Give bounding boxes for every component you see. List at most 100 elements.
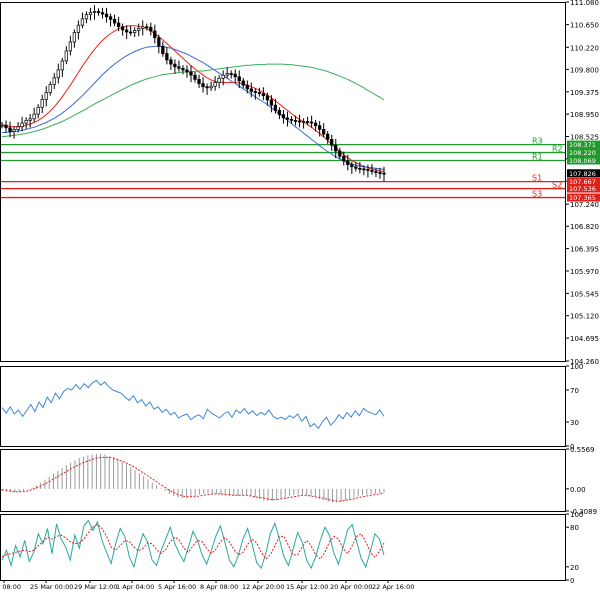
candle-body (36, 106, 40, 115)
candle-body (16, 126, 20, 130)
candle-body (326, 133, 330, 140)
level-name-r1: R1 (532, 152, 543, 161)
candle-body (261, 93, 266, 97)
time-axis-label: 25 Mar 00:00 (30, 583, 73, 591)
candle-body (201, 83, 205, 88)
level-price-label-s2: 107.536 (569, 185, 596, 193)
candle-body (44, 92, 48, 100)
chart-background (0, 0, 600, 593)
chart-stage: 111.080 110.650 110.220 109.800 109.375 108.9… (0, 0, 600, 593)
rsi-axis-tick-label: 100 (570, 363, 583, 371)
candle-body (104, 13, 109, 18)
stochastic-axis-tick-label: 100 (570, 511, 583, 519)
candle-body (48, 84, 52, 93)
candle-body (76, 24, 81, 33)
candle-body (297, 120, 302, 123)
candle-body (346, 160, 350, 166)
candle-body (366, 169, 370, 171)
stochastic-axis-tick-label: 20 (570, 564, 579, 572)
candle-body (4, 124, 8, 129)
candle-body (52, 77, 56, 85)
candle-body (237, 76, 241, 82)
candle-body (370, 170, 374, 172)
candle-body (281, 114, 286, 119)
candle-body (354, 166, 358, 169)
candle-body (257, 92, 261, 94)
price-axis-tick-label: 111.080 (570, 0, 599, 7)
candle-body (217, 77, 221, 83)
candle-body (20, 122, 24, 128)
candle-body (92, 11, 97, 13)
price-axis-tick-label: 109.375 (570, 89, 599, 97)
candle-body (8, 127, 12, 132)
candle-body (322, 129, 326, 135)
candle-body (362, 168, 366, 171)
level-name-s1: S1 (532, 174, 542, 183)
candle-body (72, 32, 77, 43)
candle-body (189, 71, 193, 76)
candle-body (205, 86, 209, 89)
candle-body (112, 19, 117, 24)
time-axis-label: 20 Apr 00:00 (330, 583, 372, 591)
candle-body (120, 26, 125, 31)
price-axis-tick-label: 110.220 (570, 44, 599, 52)
candle-body (80, 18, 85, 26)
price-axis-tick-label: 107.240 (570, 201, 599, 209)
candle-body (100, 12, 105, 15)
candle-body (185, 69, 189, 73)
candle-body (318, 125, 322, 130)
time-axis-label: 22 Apr 16:00 (372, 583, 414, 591)
price-axis-tick-label: 106.820 (570, 223, 599, 231)
candle-body (245, 84, 249, 90)
candle-body (56, 69, 60, 79)
price-axis-tick-label: 110.650 (570, 22, 599, 30)
candle-body (285, 117, 290, 120)
level-price-label-r3: 108.371 (569, 141, 596, 149)
candle-body (233, 73, 237, 78)
candle-body (88, 12, 93, 15)
candle-body (116, 22, 121, 28)
candle-body (382, 172, 386, 175)
time-axis-label: 5 Apr 16:00 (158, 583, 196, 591)
candle-body (309, 121, 314, 124)
candle-body (225, 73, 229, 76)
candle-body (64, 50, 68, 62)
level-name-s3: S3 (532, 190, 542, 199)
candle-body (213, 82, 217, 87)
candle-body (133, 30, 137, 33)
candle-body (378, 172, 382, 174)
candle-body (265, 95, 270, 101)
level-price-label-s3: 107.365 (569, 194, 596, 202)
last-price-label: 107.826 (569, 170, 596, 178)
stochastic-axis-tick-label: 0 (570, 577, 574, 585)
candle-body (12, 129, 16, 132)
rsi-axis-tick-label: 70 (570, 387, 579, 395)
candle-body (173, 63, 177, 68)
candle-body (334, 144, 338, 152)
level-name-s2: S2 (552, 181, 562, 190)
price-axis-tick-label: 106.395 (570, 246, 599, 254)
candle-body (0, 124, 4, 127)
candle-body (209, 85, 213, 89)
level-name-r2: R2 (552, 145, 563, 154)
candle-body (108, 16, 113, 20)
time-axis-label: 29 Mar 12:00 (74, 583, 117, 591)
candle-body (137, 27, 141, 31)
candle-body (305, 121, 310, 123)
price-axis-tick-label: 108.950 (570, 111, 599, 119)
time-axis-label: Mar 08:00 (0, 583, 21, 591)
price-axis-tick-label: 104.695 (570, 335, 599, 343)
time-axis-label: 15 Apr 12:00 (286, 583, 328, 591)
price-axis-tick-label: 105.970 (570, 268, 599, 276)
candle-body (169, 59, 173, 65)
candle-body (181, 67, 185, 71)
level-price-label-r1: 108.069 (569, 157, 596, 165)
candle-body (342, 155, 346, 162)
price-axis-tick-label: 105.120 (570, 313, 599, 321)
candle-body (193, 74, 197, 80)
candle-body (153, 30, 157, 39)
candle-body (125, 29, 129, 33)
candle-body (313, 122, 318, 127)
candle-body (161, 45, 165, 54)
candle-body (330, 139, 334, 146)
